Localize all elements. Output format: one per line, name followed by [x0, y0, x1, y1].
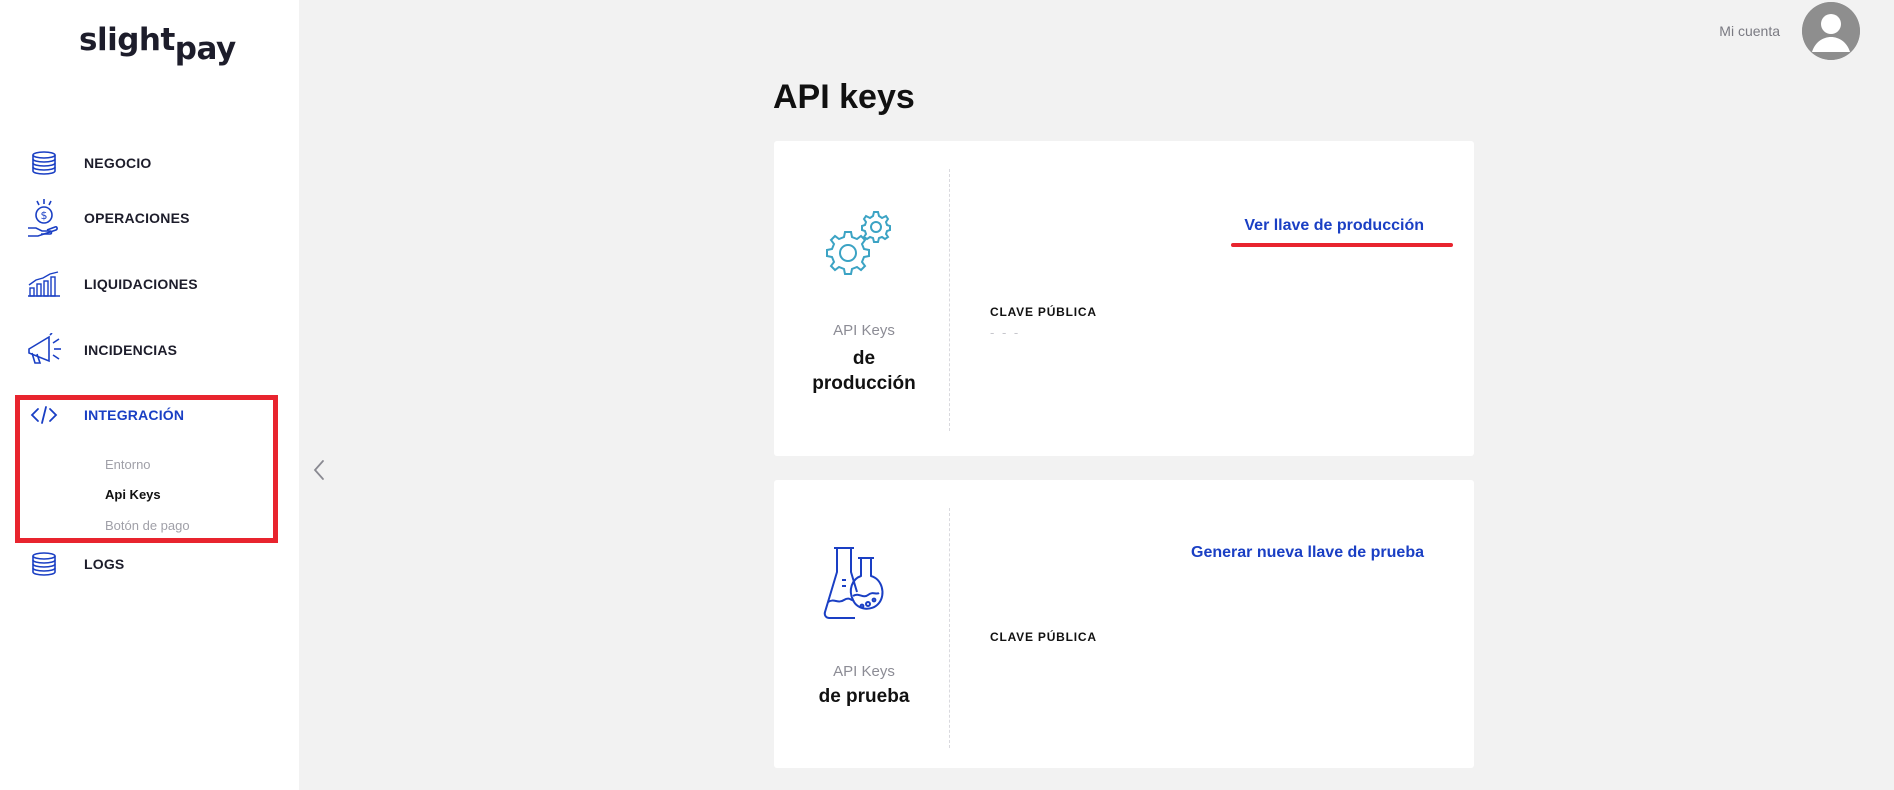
test-title: de prueba: [818, 686, 910, 707]
card-divider: [949, 508, 950, 748]
chevron-left-icon: [313, 460, 324, 480]
production-title-line2: producción: [812, 373, 916, 394]
sidebar-item-label: NEGOCIO: [84, 155, 152, 171]
coins-stack-icon: [26, 546, 62, 582]
subitem-boton-de-pago[interactable]: Botón de pago: [105, 518, 190, 533]
sidebar: slightpay NEGOCIO $ OPERACIONES LIQUIDAC…: [0, 0, 299, 790]
sidebar-item-label: INTEGRACIÓN: [84, 407, 185, 423]
sidebar-item-liquidaciones[interactable]: LIQUIDACIONES: [26, 262, 198, 306]
megaphone-icon: [26, 332, 62, 368]
link-underline-annotation: [1231, 243, 1453, 247]
test-card-left: API Keys de prueba: [774, 480, 950, 768]
coins-stack-icon: [26, 145, 62, 181]
view-production-key-link[interactable]: Ver llave de producción: [1244, 217, 1424, 235]
public-key-label: CLAVE PÚBLICA: [990, 630, 1097, 644]
sidebar-item-label: LIQUIDACIONES: [84, 276, 198, 292]
card-divider: [949, 169, 950, 431]
generate-test-key-link[interactable]: Generar nueva llave de prueba: [1191, 544, 1424, 562]
flasks-icon: [822, 546, 898, 627]
hand-dollar-icon: $: [26, 199, 62, 237]
slightpay-logo[interactable]: slightpay: [79, 22, 236, 67]
page-title: API keys: [773, 78, 915, 116]
bar-chart-icon: [26, 266, 62, 302]
logo-main-text: slight: [79, 22, 175, 58]
gears-icon: [822, 207, 898, 288]
account-menu[interactable]: Mi cuenta: [1719, 2, 1860, 60]
sidebar-item-logs[interactable]: LOGS: [26, 542, 124, 586]
sidebar-item-operaciones[interactable]: $ OPERACIONES: [26, 196, 190, 240]
sidebar-item-label: LOGS: [84, 556, 125, 572]
code-icon: [26, 397, 62, 433]
production-card-left: API Keys de producción: [774, 141, 950, 456]
collapse-sidebar-button[interactable]: [310, 458, 330, 482]
production-caption: API Keys: [833, 322, 895, 339]
user-icon: [1802, 2, 1860, 60]
test-keys-card: API Keys de prueba Generar nueva llave d…: [774, 480, 1474, 768]
sidebar-item-label: INCIDENCIAS: [84, 342, 178, 358]
production-keys-card: API Keys de producción Ver llave de prod…: [774, 141, 1474, 456]
production-title-line1: de: [852, 348, 876, 369]
logo-sub-text: pay: [174, 31, 236, 67]
sidebar-item-integracion[interactable]: INTEGRACIÓN: [26, 393, 184, 437]
subitem-api-keys[interactable]: Api Keys: [105, 487, 161, 502]
avatar[interactable]: [1802, 2, 1860, 60]
sidebar-item-incidencias[interactable]: INCIDENCIAS: [26, 328, 177, 372]
sidebar-item-label: OPERACIONES: [84, 210, 190, 226]
account-label: Mi cuenta: [1719, 23, 1780, 39]
public-key-value: - - -: [990, 325, 1021, 340]
svg-text:$: $: [41, 209, 48, 222]
test-caption: API Keys: [833, 663, 895, 680]
public-key-label: CLAVE PÚBLICA: [990, 305, 1097, 319]
sidebar-item-negocio[interactable]: NEGOCIO: [26, 141, 152, 185]
subitem-entorno[interactable]: Entorno: [105, 457, 151, 472]
